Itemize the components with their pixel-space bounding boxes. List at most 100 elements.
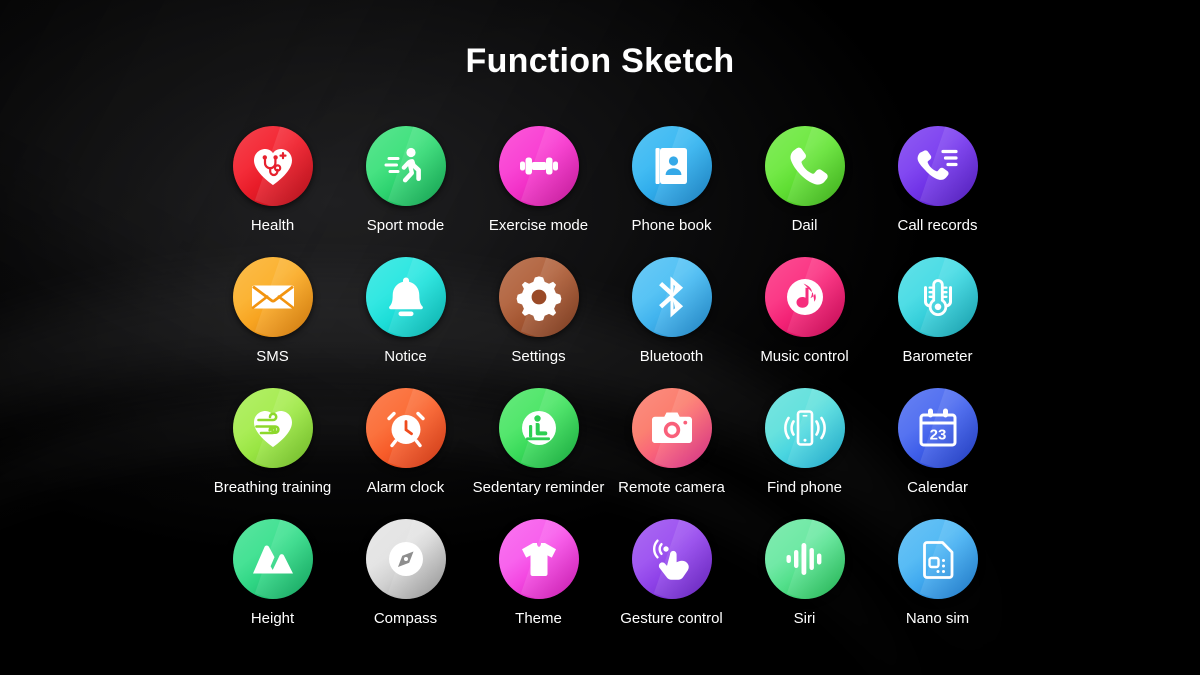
app-icon-sms[interactable]: SMS xyxy=(206,257,339,388)
app-icon-phone-book[interactable]: Phone book xyxy=(605,126,738,257)
icon-circle[interactable] xyxy=(232,257,313,337)
app-icon-label: Health xyxy=(250,217,295,234)
icon-circle[interactable] xyxy=(631,388,712,468)
app-icon-label: Theme xyxy=(515,610,562,627)
voice-waveform-icon xyxy=(781,535,829,583)
icon-circle[interactable] xyxy=(365,126,446,206)
app-icon-height[interactable]: Height xyxy=(206,519,339,650)
dumbbell-icon xyxy=(515,142,563,190)
app-icon-label: Bluetooth xyxy=(639,348,704,365)
app-icon-gesture-control[interactable]: Gesture control xyxy=(605,519,738,650)
icon-circle[interactable] xyxy=(764,126,845,206)
app-icon-bluetooth[interactable]: Bluetooth xyxy=(605,257,738,388)
app-icon-label: Breathing training xyxy=(213,479,332,496)
icon-circle[interactable] xyxy=(365,257,446,337)
app-icon-label: Siri xyxy=(793,610,816,627)
app-icon-health[interactable]: Health xyxy=(206,126,339,257)
app-icon-label: Gesture control xyxy=(620,610,723,627)
icon-circle[interactable] xyxy=(498,388,579,468)
icon-circle[interactable] xyxy=(631,257,712,337)
icon-circle[interactable] xyxy=(365,519,446,599)
icon-circle[interactable] xyxy=(631,519,712,599)
app-icon-dail[interactable]: Dail xyxy=(738,126,871,257)
icon-circle[interactable] xyxy=(498,519,579,599)
heart-stethoscope-icon xyxy=(249,142,297,190)
calendar-icon: 23 xyxy=(914,404,962,452)
app-icon-label: Exercise mode xyxy=(488,217,589,234)
icon-circle[interactable] xyxy=(631,126,712,206)
app-background: Function Sketch Health Sport mode Exercise… xyxy=(0,0,1200,675)
tap-hand-icon xyxy=(648,535,696,583)
svg-text:23: 23 xyxy=(929,427,946,444)
app-icon-theme[interactable]: Theme xyxy=(472,519,605,650)
app-icon-nano-sim[interactable]: Nano sim xyxy=(871,519,1004,650)
icon-circle[interactable] xyxy=(897,126,978,206)
function-icon-grid: Health Sport mode Exercise mode Phone book D… xyxy=(206,126,1006,650)
app-icon-label: Sport mode xyxy=(366,217,445,234)
bell-icon xyxy=(382,273,430,321)
app-icon-label: Call records xyxy=(897,217,978,234)
app-icon-label: Phone book xyxy=(631,217,712,234)
icon-circle[interactable] xyxy=(232,126,313,206)
icon-circle[interactable] xyxy=(232,388,313,468)
app-icon-siri[interactable]: Siri xyxy=(738,519,871,650)
tshirt-icon xyxy=(515,535,563,583)
icon-circle[interactable] xyxy=(498,126,579,206)
app-icon-label: Barometer xyxy=(902,348,973,365)
camera-icon xyxy=(648,404,696,452)
page-title: Function Sketch xyxy=(465,42,735,80)
icon-circle[interactable] xyxy=(764,257,845,337)
vibrating-phone-icon xyxy=(781,404,829,452)
app-icon-label: Find phone xyxy=(766,479,843,496)
app-icon-breathing-training[interactable]: Breathing training xyxy=(206,388,339,519)
running-person-icon xyxy=(382,142,430,190)
mountains-icon xyxy=(249,535,297,583)
app-icon-music-control[interactable]: Music control xyxy=(738,257,871,388)
icon-circle[interactable] xyxy=(498,257,579,337)
app-icon-label: Sedentary reminder xyxy=(472,479,605,496)
app-icon-sport-mode[interactable]: Sport mode xyxy=(339,126,472,257)
bluetooth-icon xyxy=(648,273,696,321)
app-icon-settings[interactable]: Settings xyxy=(472,257,605,388)
app-icon-label: Nano sim xyxy=(905,610,970,627)
app-icon-calendar[interactable]: 23 Calendar xyxy=(871,388,1004,519)
contacts-book-icon xyxy=(648,142,696,190)
app-icon-label: Calendar xyxy=(907,479,968,496)
icon-circle[interactable] xyxy=(897,519,978,599)
music-note-icon xyxy=(781,273,829,321)
sim-card-icon xyxy=(914,535,962,583)
compass-icon xyxy=(382,535,430,583)
app-icon-label: Notice xyxy=(384,348,427,365)
app-icon-label: Settings xyxy=(511,348,566,365)
call-log-icon xyxy=(914,142,962,190)
app-icon-alarm-clock[interactable]: Alarm clock xyxy=(339,388,472,519)
icon-circle[interactable] xyxy=(764,388,845,468)
seated-person-icon xyxy=(515,404,563,452)
icon-circle[interactable] xyxy=(897,257,978,337)
icon-circle[interactable]: 23 xyxy=(897,388,978,468)
phone-handset-icon xyxy=(781,142,829,190)
app-icon-barometer[interactable]: Barometer xyxy=(871,257,1004,388)
app-icon-label: Compass xyxy=(373,610,438,627)
app-icon-label: Music control xyxy=(760,348,849,365)
heart-wind-icon xyxy=(249,404,297,452)
app-icon-call-records[interactable]: Call records xyxy=(871,126,1004,257)
app-icon-exercise-mode[interactable]: Exercise mode xyxy=(472,126,605,257)
gear-icon xyxy=(515,273,563,321)
app-icon-notice[interactable]: Notice xyxy=(339,257,472,388)
app-icon-label: Height xyxy=(250,610,295,627)
envelope-icon xyxy=(249,273,297,321)
icon-circle[interactable] xyxy=(764,519,845,599)
thermometer-icon xyxy=(914,273,962,321)
icon-circle[interactable] xyxy=(232,519,313,599)
alarm-clock-icon xyxy=(382,404,430,452)
app-icon-compass[interactable]: Compass xyxy=(339,519,472,650)
app-icon-sedentary-reminder[interactable]: Sedentary reminder xyxy=(472,388,605,519)
icon-circle[interactable] xyxy=(365,388,446,468)
app-icon-remote-camera[interactable]: Remote camera xyxy=(605,388,738,519)
app-icon-label: Alarm clock xyxy=(366,479,445,496)
app-icon-find-phone[interactable]: Find phone xyxy=(738,388,871,519)
app-icon-label: SMS xyxy=(256,348,289,365)
app-icon-label: Remote camera xyxy=(618,479,725,496)
app-icon-label: Dail xyxy=(791,217,818,234)
